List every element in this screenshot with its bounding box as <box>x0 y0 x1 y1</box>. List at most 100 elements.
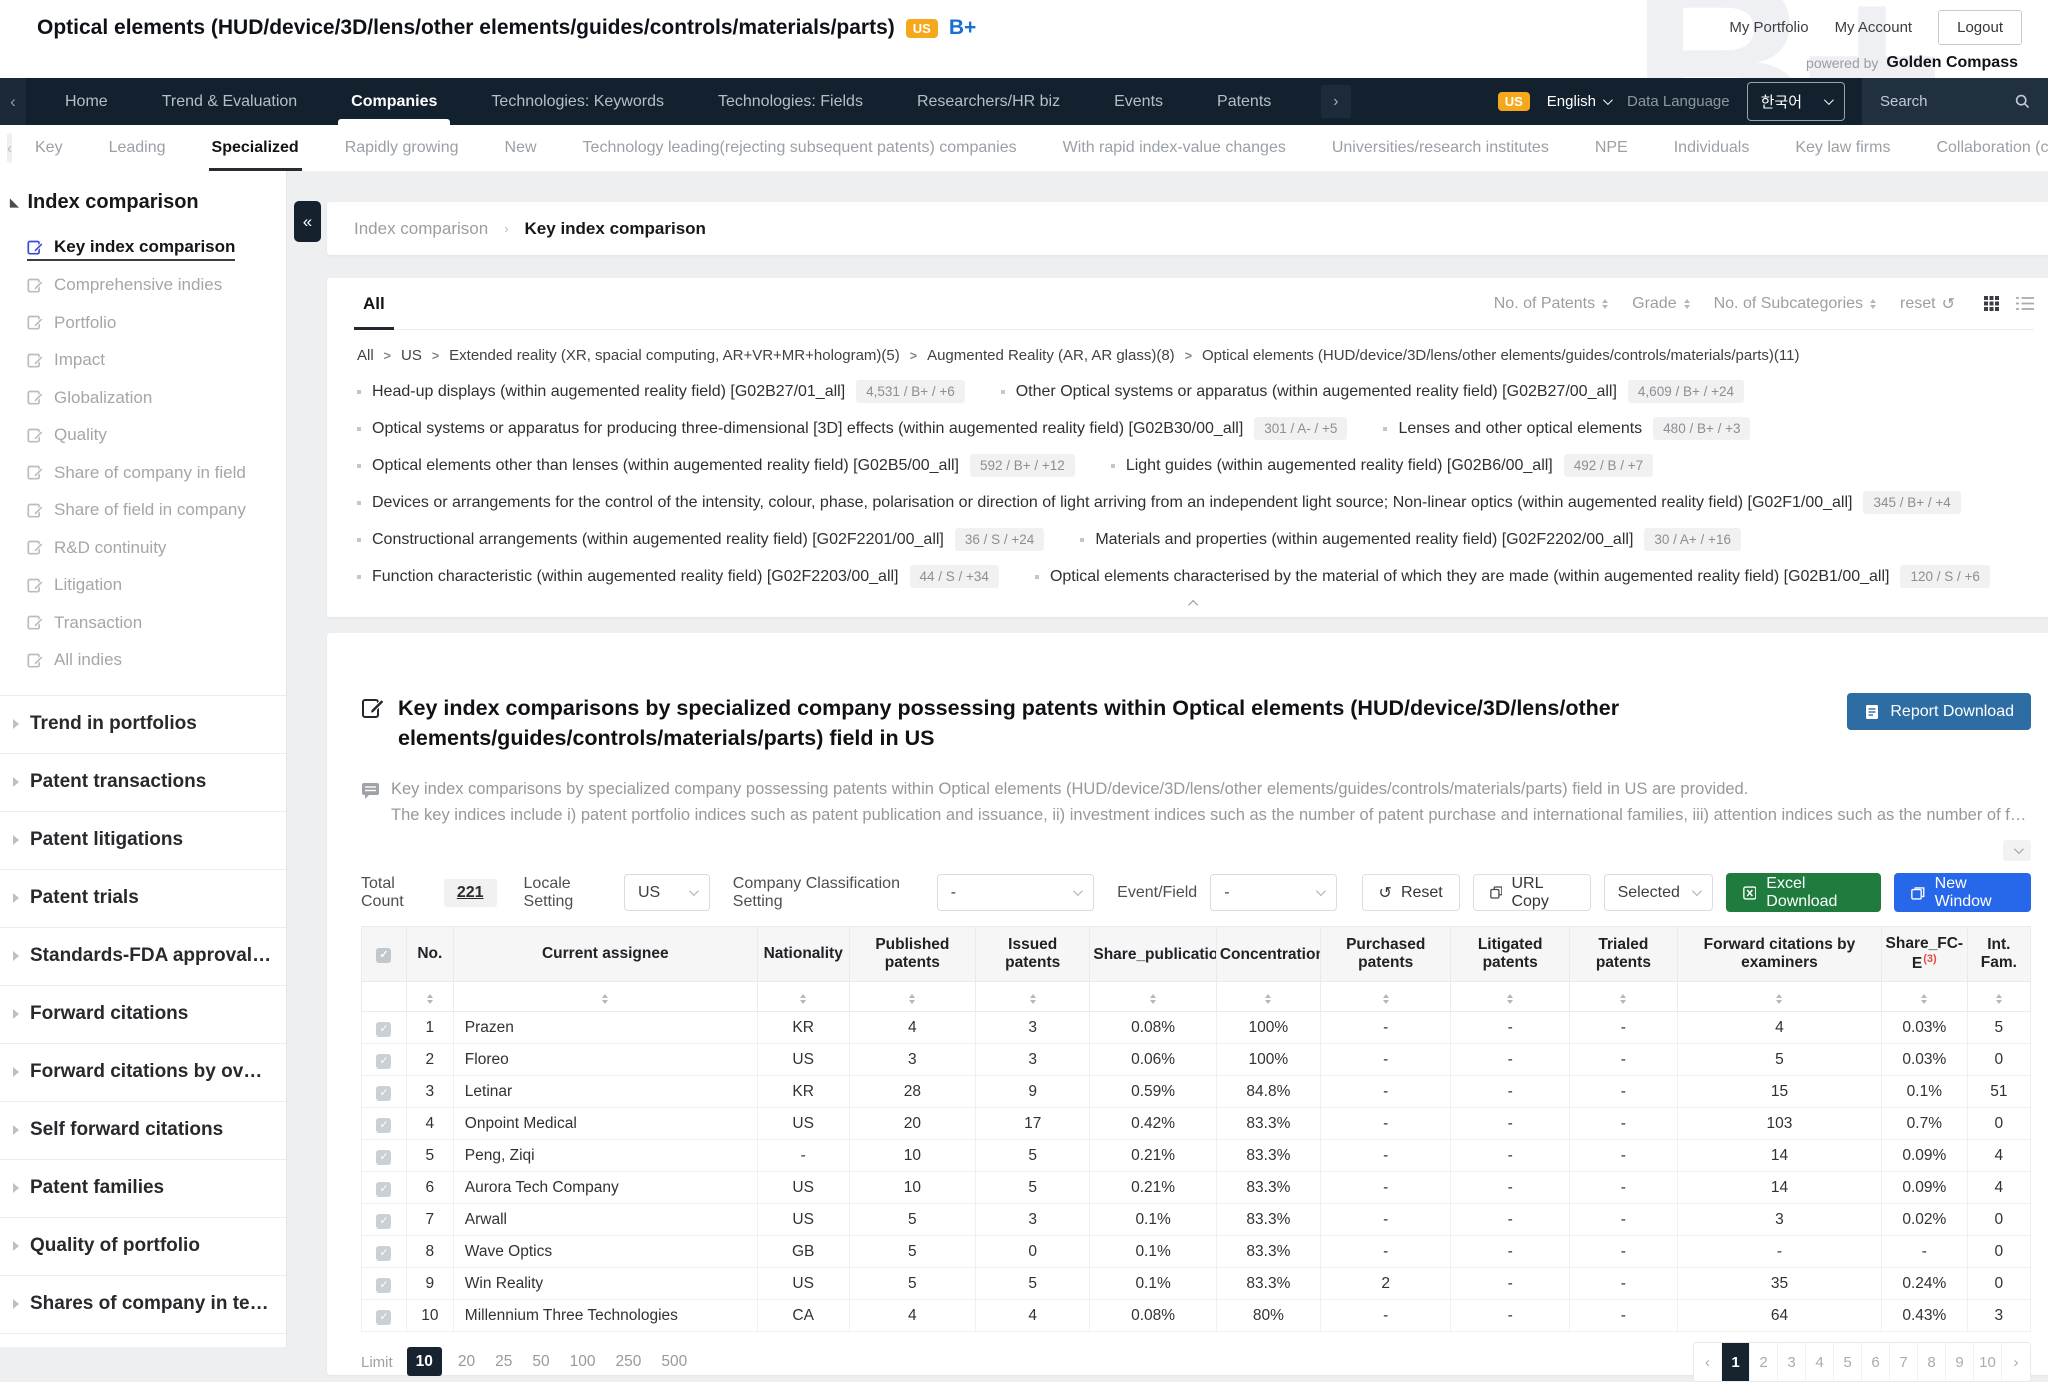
subtab-key-law-firms[interactable]: Key law firms <box>1772 125 1913 171</box>
sorter-no-of-patents[interactable]: No. of Patents <box>1494 295 1608 313</box>
column-header-int-fam[interactable]: Int. Fam. <box>1967 927 2030 982</box>
page-5[interactable]: 5 <box>1834 1343 1862 1381</box>
path-segment-4[interactable]: Optical elements (HUD/device/3D/lens/oth… <box>1202 347 1799 364</box>
row-checkbox[interactable]: ✓ <box>376 1086 391 1101</box>
column-header-share-publications[interactable]: Share_publications(1) <box>1090 927 1217 982</box>
limit-option-20[interactable]: 20 <box>458 1353 475 1370</box>
ui-language-dropdown[interactable]: English <box>1547 93 1610 110</box>
sidebar-item-key-index-comparison[interactable]: Key index comparison <box>0 230 286 268</box>
subtab-new[interactable]: New <box>482 125 560 171</box>
subtab-with-rapid-index-value-changes[interactable]: With rapid index-value changes <box>1040 125 1309 171</box>
sorter-no-of-subcategories[interactable]: No. of Subcategories <box>1714 295 1876 313</box>
page-4[interactable]: 4 <box>1806 1343 1834 1381</box>
path-segment-2[interactable]: Extended reality (XR, spacial computing,… <box>449 347 900 364</box>
column-header-issued-patents[interactable]: Issued patents <box>976 927 1090 982</box>
sidebar-item-share-of-company-in-field[interactable]: Share of company in field <box>0 456 286 494</box>
page-1[interactable]: 1 <box>1722 1343 1750 1381</box>
sort-control-forward-citations-by-examiners[interactable] <box>1677 982 1881 1012</box>
event-field-select[interactable]: - <box>1210 874 1336 911</box>
search-button[interactable]: Search <box>1862 78 2048 125</box>
sidebar-section-forward-citations-by-overseas-pat[interactable]: Forward citations by overseas pat… <box>0 1043 286 1101</box>
category-item[interactable]: Optical elements characterised by the ma… <box>1035 565 1990 588</box>
sidebar-section-patent-litigations[interactable]: Patent litigations <box>0 811 286 869</box>
page-prev-icon[interactable]: ‹ <box>1694 1343 1722 1381</box>
category-item[interactable]: Function characteristic (within augement… <box>357 565 999 588</box>
nav-item-technologies-fields[interactable]: Technologies: Fields <box>691 78 890 125</box>
page-next-icon[interactable]: › <box>2002 1343 2030 1381</box>
tab-all[interactable]: All <box>354 278 394 329</box>
sidebar-section-self-forward-citations[interactable]: Self forward citations <box>0 1101 286 1159</box>
subtab-collaboration-co-applicants-networks[interactable]: Collaboration (co-applicants) networks <box>1913 125 2048 171</box>
category-item[interactable]: Materials and properties (within augemen… <box>1080 528 1741 551</box>
select-all-checkbox[interactable]: ✓ <box>376 948 391 963</box>
category-item[interactable]: Devices or arrangements for the control … <box>357 491 1961 514</box>
sort-control-nationality[interactable] <box>757 982 849 1012</box>
page-10[interactable]: 10 <box>1974 1343 2002 1381</box>
nav-item-home[interactable]: Home <box>38 78 135 125</box>
sort-control-published-patents[interactable] <box>849 982 976 1012</box>
excel-download-button[interactable]: Excel Download <box>1726 873 1881 912</box>
column-header-litigated-patents[interactable]: Litigated patents <box>1451 927 1569 982</box>
row-checkbox[interactable]: ✓ <box>376 1150 391 1165</box>
breadcrumb-parent[interactable]: Index comparison <box>354 219 488 239</box>
subtab-technology-leading-rejecting-subsequent-patents-companies[interactable]: Technology leading(rejecting subsequent … <box>560 125 1040 171</box>
category-reset-button[interactable]: reset ↺ <box>1900 294 1955 314</box>
sidebar-section-concentration-of-company-on-tec[interactable]: Concentration of company on tec… <box>0 1333 286 1348</box>
url-copy-button[interactable]: URL Copy <box>1473 874 1591 911</box>
sidebar-item-quality[interactable]: Quality <box>0 418 286 456</box>
page-8[interactable]: 8 <box>1918 1343 1946 1381</box>
sort-control-concentration[interactable] <box>1216 982 1320 1012</box>
new-window-button[interactable]: New Window <box>1894 873 2031 912</box>
limit-option-10[interactable]: 10 <box>407 1347 442 1376</box>
sidebar-item-share-of-field-in-company[interactable]: Share of field in company <box>0 493 286 531</box>
sidebar-section-shares-of-company-in-technology[interactable]: Shares of company in technology … <box>0 1275 286 1333</box>
category-collapse-button[interactable] <box>354 592 2034 609</box>
path-segment-0[interactable]: All <box>357 347 374 364</box>
sort-control-trialed-patents[interactable] <box>1569 982 1677 1012</box>
row-checkbox[interactable]: ✓ <box>376 1246 391 1261</box>
category-item[interactable]: Head-up displays (within augemented real… <box>357 380 965 403</box>
category-item[interactable]: Lenses and other optical elements480 / B… <box>1383 417 1750 440</box>
subtab-specialized[interactable]: Specialized <box>189 125 322 171</box>
page-2[interactable]: 2 <box>1750 1343 1778 1381</box>
description-collapse-button[interactable] <box>2003 840 2031 861</box>
sidebar-item-comprehensive-indies[interactable]: Comprehensive indies <box>0 268 286 306</box>
sort-control-share-fc-e[interactable] <box>1881 982 1967 1012</box>
sidebar-item-litigation[interactable]: Litigation <box>0 568 286 606</box>
grid-view-icon[interactable] <box>1983 295 2000 312</box>
subtab-key[interactable]: Key <box>12 125 86 171</box>
page-6[interactable]: 6 <box>1862 1343 1890 1381</box>
column-header-forward-citations-by-examiners[interactable]: Forward citations by examiners <box>1677 927 1881 982</box>
category-item[interactable]: Optical systems or apparatus for produci… <box>357 417 1347 440</box>
sidebar-section-trend-in-portfolios[interactable]: Trend in portfolios <box>0 695 286 753</box>
locale-setting-select[interactable]: US <box>624 874 710 911</box>
nav-scroll-left-icon[interactable]: ‹ <box>0 78 26 125</box>
limit-option-100[interactable]: 100 <box>570 1353 596 1370</box>
row-checkbox[interactable]: ✓ <box>376 1214 391 1229</box>
category-item[interactable]: Light guides (within augemented reality … <box>1111 454 1653 477</box>
subtab-leading[interactable]: Leading <box>86 125 189 171</box>
sidebar-item-transaction[interactable]: Transaction <box>0 606 286 644</box>
sidebar-group-index-comparison[interactable]: ◢ Index comparison <box>0 191 286 230</box>
nav-scroll-right-icon[interactable]: › <box>1321 85 1351 118</box>
row-checkbox[interactable]: ✓ <box>376 1022 391 1037</box>
nav-item-technologies-keywords[interactable]: Technologies: Keywords <box>464 78 691 125</box>
sidebar-item-portfolio[interactable]: Portfolio <box>0 306 286 344</box>
sidebar-section-patent-families[interactable]: Patent families <box>0 1159 286 1217</box>
list-view-icon[interactable] <box>2016 296 2034 311</box>
category-item[interactable]: Constructional arrangements (within auge… <box>357 528 1044 551</box>
limit-option-50[interactable]: 50 <box>532 1353 549 1370</box>
nav-item-companies[interactable]: Companies <box>324 78 464 125</box>
limit-option-500[interactable]: 500 <box>661 1353 687 1370</box>
sort-control-int-fam[interactable] <box>1967 982 2030 1012</box>
classification-select[interactable]: - <box>937 874 1094 911</box>
path-segment-1[interactable]: US <box>401 347 422 364</box>
subtab-npe[interactable]: NPE <box>1572 125 1651 171</box>
reset-button[interactable]: ↺ Reset <box>1362 874 1460 911</box>
nav-item-events[interactable]: Events <box>1087 78 1190 125</box>
sorter-grade[interactable]: Grade <box>1632 295 1689 313</box>
limit-option-250[interactable]: 250 <box>616 1353 642 1370</box>
sort-control-purchased-patents[interactable] <box>1320 982 1451 1012</box>
subtab-individuals[interactable]: Individuals <box>1651 125 1773 171</box>
column-header-current-assignee[interactable]: Current assignee <box>453 927 757 982</box>
